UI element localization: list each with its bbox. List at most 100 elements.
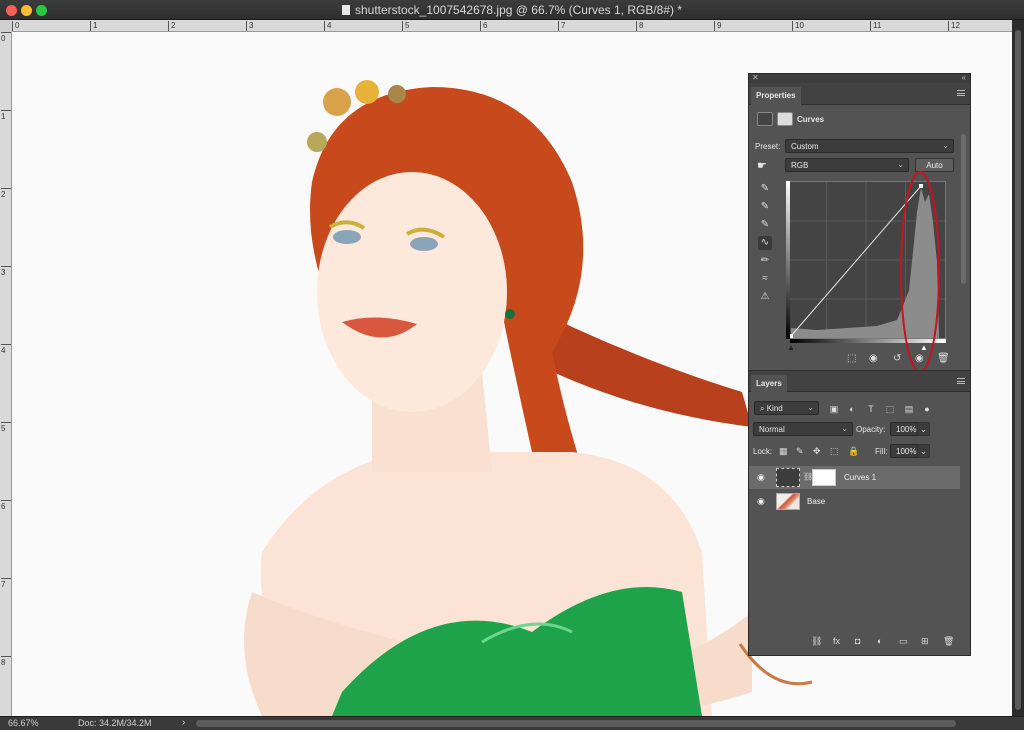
- ruler-tick: 2: [168, 21, 175, 31]
- window-titlebar: shutterstock_1007542678.jpg @ 66.7% (Cur…: [0, 0, 1024, 20]
- horizontal-ruler[interactable]: 0 1 2 3 4 5 6 7 8 9 10 11 12: [12, 20, 1012, 32]
- ruler-corner[interactable]: [0, 20, 12, 32]
- layer-row-curves[interactable]: ◉ ⛓ Curves 1: [749, 466, 960, 489]
- channel-dropdown[interactable]: RGB ⌄: [785, 158, 909, 172]
- lock-all-icon[interactable]: 🔒: [848, 446, 859, 457]
- layer-row-base[interactable]: ◉ Base: [749, 490, 960, 513]
- fill-dropdown-arrow[interactable]: ⌄: [917, 444, 930, 458]
- preset-value: Custom: [791, 142, 819, 151]
- adjustment-curves-icon[interactable]: [757, 112, 773, 126]
- close-panel-icon[interactable]: ✕: [752, 73, 759, 82]
- visibility-eye-icon[interactable]: ◉: [915, 353, 924, 364]
- ruler-tick: 4: [1, 344, 11, 355]
- shape-filter-icon[interactable]: ⬚: [885, 404, 895, 414]
- vertical-ruler[interactable]: 0 1 2 3 4 5 6 7 8: [0, 32, 12, 716]
- black-point-slider[interactable]: ▲: [787, 343, 795, 352]
- hair-flower: [388, 85, 406, 103]
- lock-image-icon[interactable]: ✎: [796, 446, 804, 457]
- opacity-label: Opacity:: [856, 425, 886, 434]
- ruler-tick: 6: [1, 500, 11, 511]
- layers-tabbar: Layers: [749, 370, 970, 393]
- visibility-eye-icon[interactable]: ◉: [757, 496, 765, 507]
- earring: [505, 309, 515, 319]
- type-filter-icon[interactable]: T: [866, 404, 876, 414]
- search-icon: ⌕: [760, 404, 767, 413]
- horizontal-scrollbar[interactable]: [196, 720, 956, 727]
- blend-mode-dropdown[interactable]: Normal ⌄: [753, 422, 853, 436]
- layer-style-fx-icon[interactable]: fx: [833, 636, 840, 646]
- base-layer-thumbnail[interactable]: [776, 493, 800, 510]
- document-title: shutterstock_1007542678.jpg @ 66.7% (Cur…: [0, 3, 1024, 17]
- curves-adjustment-thumbnail[interactable]: [776, 468, 800, 487]
- visibility-eye-icon[interactable]: ◉: [757, 472, 765, 483]
- chevron-down-icon: ⌄: [942, 141, 949, 150]
- channel-value: RGB: [791, 161, 809, 170]
- ruler-tick: 3: [1, 266, 11, 277]
- reset-icon[interactable]: ↺: [893, 353, 901, 364]
- panel-menu-icon[interactable]: [957, 90, 965, 96]
- blend-mode-value: Normal: [759, 425, 785, 434]
- ruler-tick: 7: [558, 21, 565, 31]
- clip-to-layer-icon[interactable]: ⬚: [847, 353, 856, 364]
- tab-layers[interactable]: Layers: [751, 375, 787, 393]
- preset-dropdown[interactable]: Custom ⌄: [785, 139, 954, 153]
- gray-eyedropper-icon[interactable]: ✎: [758, 200, 772, 214]
- lock-transparency-icon[interactable]: ▦: [779, 446, 788, 457]
- ruler-tick: 5: [402, 21, 409, 31]
- ruler-tick: 7: [1, 578, 11, 589]
- on-image-adjust-icon[interactable]: ☛: [757, 159, 767, 172]
- document-size[interactable]: Doc: 34.2M/34.2M: [78, 718, 152, 728]
- black-eyedropper-icon[interactable]: ✎: [758, 182, 772, 196]
- curve-point-tool-icon[interactable]: ∿: [758, 236, 772, 250]
- layer-name[interactable]: Curves 1: [844, 473, 876, 482]
- lock-position-icon[interactable]: ✥: [813, 446, 821, 457]
- pixel-filter-icon[interactable]: ▣: [829, 404, 839, 414]
- zoom-level[interactable]: 66.67%: [8, 718, 39, 728]
- ruler-tick: 5: [1, 422, 11, 433]
- adjustment-filter-icon[interactable]: ◐: [847, 404, 857, 414]
- vertical-scrollbar[interactable]: [1012, 20, 1024, 716]
- status-menu-arrow[interactable]: ›: [182, 717, 185, 728]
- lock-artboard-icon[interactable]: ⬚: [830, 446, 839, 457]
- smart-object-filter-icon[interactable]: ▤: [904, 404, 914, 414]
- left-eye: [333, 230, 361, 244]
- ruler-tick: 1: [90, 21, 97, 31]
- right-eye: [410, 237, 438, 251]
- delete-icon[interactable]: 🗑: [937, 353, 950, 364]
- smooth-curve-icon[interactable]: ≈: [758, 272, 772, 286]
- mask-icon[interactable]: [777, 112, 793, 126]
- add-mask-icon[interactable]: ◘: [855, 636, 860, 646]
- vertical-scroll-thumb[interactable]: [1015, 30, 1021, 710]
- delete-layer-icon[interactable]: 🗑: [943, 636, 954, 647]
- chevron-down-icon: ⌄: [807, 403, 814, 412]
- link-layers-icon[interactable]: ⛓: [811, 636, 822, 647]
- layers-menu-icon[interactable]: [957, 378, 965, 384]
- view-previous-icon[interactable]: ◉: [869, 353, 878, 364]
- kind-filter-dropdown[interactable]: ⌕ Kind ⌄: [754, 401, 819, 415]
- layer-mask-thumbnail[interactable]: [812, 469, 836, 486]
- properties-scrollbar[interactable]: [961, 134, 966, 284]
- new-adjustment-icon[interactable]: ◐: [877, 636, 882, 646]
- preset-label: Preset:: [755, 142, 781, 151]
- ruler-tick: 10: [792, 21, 804, 31]
- ruler-tick: 8: [636, 21, 643, 31]
- new-group-icon[interactable]: ▭: [899, 636, 908, 647]
- ruler-tick: 9: [714, 21, 721, 31]
- collapse-panel-icon[interactable]: «: [962, 73, 966, 82]
- opacity-dropdown-arrow[interactable]: ⌄: [917, 422, 930, 436]
- clipping-warning-icon[interactable]: ⚠: [758, 290, 772, 304]
- white-eyedropper-icon[interactable]: ✎: [758, 218, 772, 232]
- pencil-icon[interactable]: ✏: [758, 254, 772, 268]
- red-ellipse: [900, 171, 940, 373]
- document-icon: [341, 5, 350, 15]
- properties-title: Curves: [797, 115, 825, 124]
- new-layer-icon[interactable]: ⊞: [921, 636, 929, 647]
- ruler-tick: 0: [1, 32, 11, 43]
- document-title-text: shutterstock_1007542678.jpg @ 66.7% (Cur…: [354, 3, 683, 17]
- lock-label: Lock:: [753, 447, 773, 456]
- tab-properties[interactable]: Properties: [751, 87, 801, 105]
- status-bar: 66.67% Doc: 34.2M/34.2M ›: [0, 716, 1024, 730]
- ruler-tick: 3: [246, 21, 253, 31]
- filter-toggle-icon[interactable]: ●: [922, 404, 932, 414]
- layer-name[interactable]: Base: [807, 497, 825, 506]
